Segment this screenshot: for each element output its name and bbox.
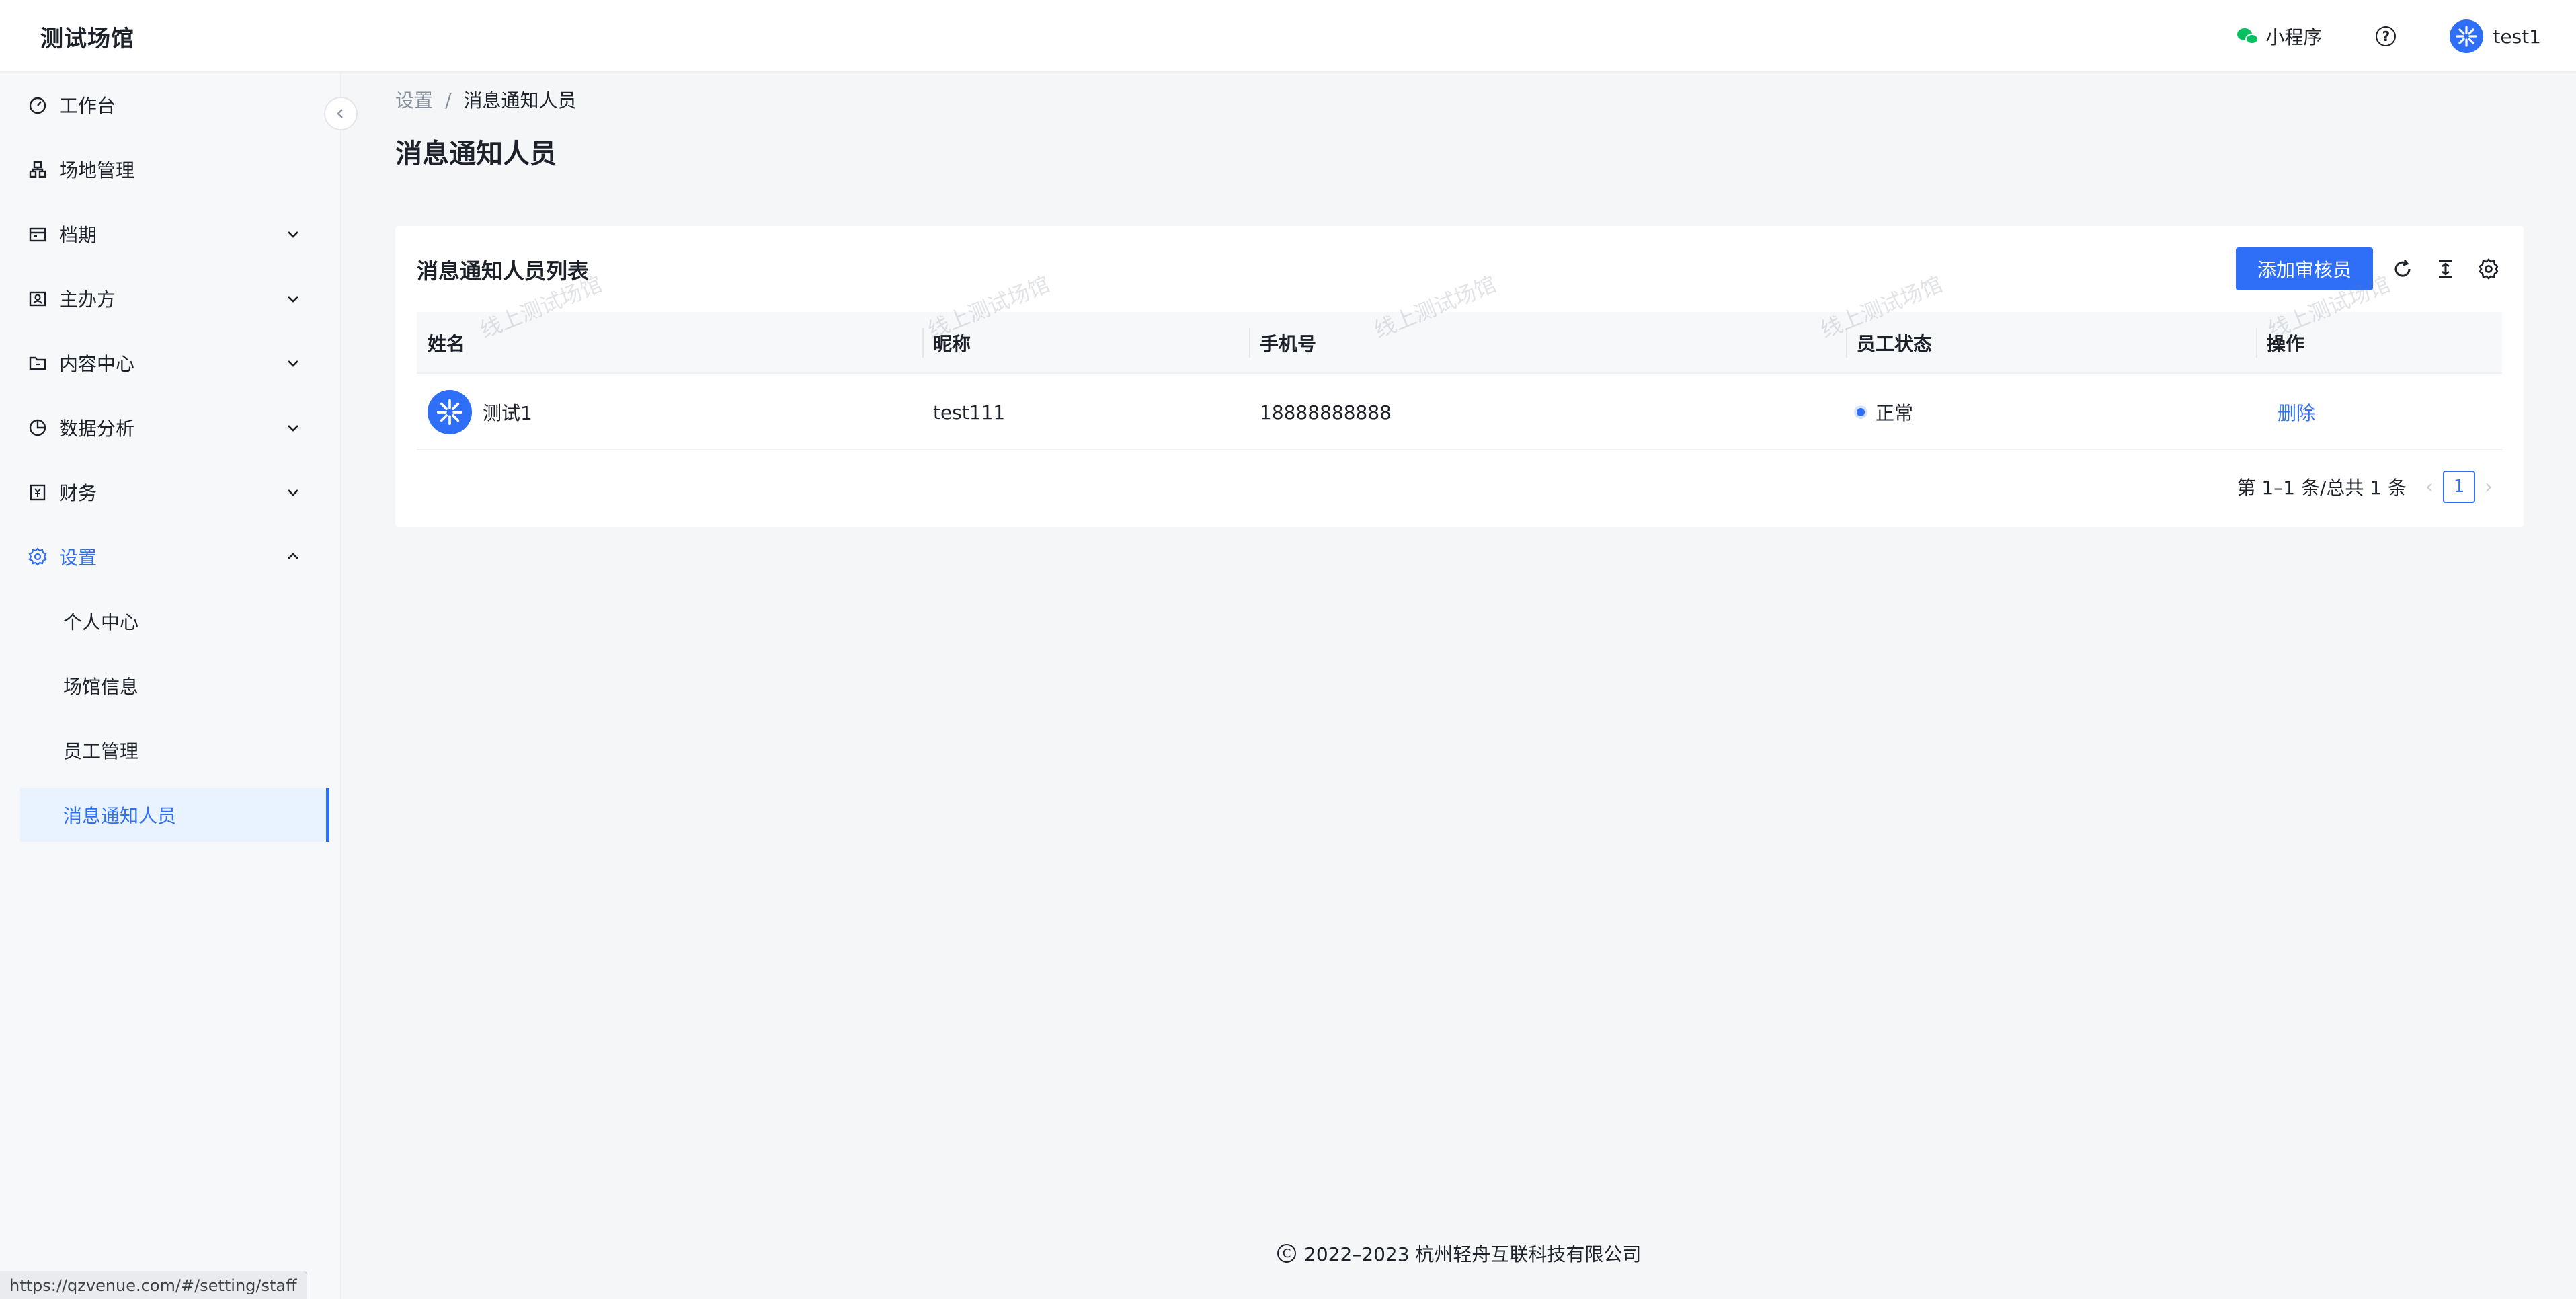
footer-text: 2022–2023 杭州轻舟互联科技有限公司 bbox=[1304, 1243, 1642, 1265]
venue-icon bbox=[28, 160, 47, 179]
sidebar-item-content[interactable]: 内容中心 bbox=[20, 336, 323, 390]
wechat-icon bbox=[2237, 27, 2260, 46]
sidebar: 工作台 场地管理 档期 主办方 内容中心 数据分析 财务 设置 个人中心 场馆信… bbox=[0, 73, 341, 1299]
sidebar-subitem-staff[interactable]: 员工管理 bbox=[20, 723, 329, 777]
add-reviewer-button[interactable]: 添加审核员 bbox=[2236, 247, 2373, 290]
sidebar-item-label: 档期 bbox=[59, 224, 97, 246]
help-icon[interactable]: ? bbox=[2376, 26, 2397, 46]
sidebar-collapse-button[interactable] bbox=[324, 97, 358, 130]
staff-avatar bbox=[428, 390, 472, 434]
organizer-icon bbox=[28, 289, 47, 308]
sidebar-item-schedule[interactable]: 档期 bbox=[20, 207, 323, 261]
gear-icon bbox=[28, 547, 47, 566]
column-divider bbox=[922, 328, 924, 358]
breadcrumb-parent[interactable]: 设置 bbox=[395, 89, 433, 112]
cell-status: 正常 bbox=[1857, 374, 1913, 450]
card-title: 消息通知人员列表 bbox=[417, 258, 590, 284]
chevron-down-icon bbox=[288, 296, 298, 303]
density-icon[interactable] bbox=[2432, 255, 2459, 282]
app-logo[interactable]: 测试场馆 bbox=[40, 20, 134, 53]
column-divider bbox=[1249, 328, 1250, 358]
sidebar-item-label: 内容中心 bbox=[59, 353, 135, 375]
sidebar-subitem-profile[interactable]: 个人中心 bbox=[20, 594, 329, 648]
chevron-left-icon bbox=[337, 109, 343, 118]
page-number-button[interactable]: 1 bbox=[2443, 471, 2475, 503]
sidebar-subitem-notify-staff[interactable]: 消息通知人员 bbox=[20, 788, 329, 842]
chevron-down-icon bbox=[288, 425, 298, 432]
folder-icon bbox=[28, 354, 47, 372]
staff-avatar-icon bbox=[436, 399, 463, 426]
table-header: 姓名 昵称 手机号 员工状态 操作 bbox=[417, 312, 2502, 374]
pie-chart-icon bbox=[28, 418, 47, 437]
column-divider bbox=[2256, 328, 2257, 358]
page-title: 消息通知人员 bbox=[395, 139, 557, 169]
sidebar-subitem-venue-info[interactable]: 场馆信息 bbox=[20, 659, 329, 713]
next-page-icon[interactable]: › bbox=[2485, 475, 2493, 499]
pagination-summary: 第 1–1 条/总共 1 条 bbox=[2237, 477, 2407, 499]
status-badge: 正常 bbox=[1876, 402, 1914, 424]
delete-link[interactable]: 删除 bbox=[2278, 374, 2315, 450]
top-header: 测试场馆 小程序 ? test1 bbox=[0, 0, 2576, 73]
chevron-down-icon bbox=[288, 489, 298, 496]
cell-nickname: test111 bbox=[933, 401, 1006, 424]
column-header-phone: 手机号 bbox=[1260, 333, 1317, 355]
sidebar-item-label: 场地管理 bbox=[59, 159, 135, 182]
browser-status-bar: https://qzvenue.com/#/setting/staff bbox=[0, 1271, 307, 1299]
breadcrumb-separator: / bbox=[445, 89, 452, 112]
breadcrumb-current: 消息通知人员 bbox=[463, 89, 577, 112]
sidebar-item-finance[interactable]: 财务 bbox=[20, 465, 323, 519]
sidebar-item-label: 设置 bbox=[59, 547, 97, 569]
chevron-up-icon bbox=[288, 553, 298, 559]
copyright-icon: C bbox=[1277, 1244, 1296, 1263]
sidebar-item-label: 财务 bbox=[59, 482, 97, 504]
column-divider bbox=[1846, 328, 1847, 358]
column-settings-icon[interactable] bbox=[2475, 255, 2502, 282]
cell-phone: 18888888888 bbox=[1260, 401, 1392, 424]
staff-table: 姓名 昵称 手机号 员工状态 操作 测试1 test111 1888888888… bbox=[417, 312, 2502, 450]
mini-program-button[interactable]: 小程序 bbox=[2237, 23, 2322, 50]
cell-name: 测试1 bbox=[428, 374, 532, 450]
column-header-nickname: 昵称 bbox=[933, 333, 971, 355]
user-avatar-icon bbox=[2456, 26, 2478, 47]
staff-name: 测试1 bbox=[483, 402, 532, 424]
sidebar-item-settings[interactable]: 设置 bbox=[20, 530, 323, 584]
breadcrumb: 设置 / 消息通知人员 bbox=[395, 86, 576, 113]
chevron-down-icon bbox=[288, 360, 298, 367]
staff-list-card: 消息通知人员列表 添加审核员 姓名 昵称 手机号 员工状态 操作 测试1 tes… bbox=[395, 226, 2524, 527]
calendar-icon bbox=[28, 225, 47, 243]
dashboard-icon bbox=[28, 95, 47, 114]
mini-program-label: 小程序 bbox=[2265, 26, 2323, 48]
chevron-down-icon bbox=[288, 231, 298, 238]
sidebar-item-label: 主办方 bbox=[59, 288, 116, 311]
footer: C 2022–2023 杭州轻舟互联科技有限公司 bbox=[1277, 1240, 1641, 1267]
refresh-icon[interactable] bbox=[2389, 255, 2416, 282]
column-header-actions: 操作 bbox=[2267, 333, 2305, 355]
finance-icon bbox=[28, 483, 47, 502]
user-avatar[interactable] bbox=[2450, 19, 2484, 53]
sidebar-item-label: 工作台 bbox=[59, 95, 116, 117]
sidebar-item-analytics[interactable]: 数据分析 bbox=[20, 401, 323, 455]
sidebar-item-label: 数据分析 bbox=[59, 418, 135, 440]
sidebar-item-venue[interactable]: 场地管理 bbox=[20, 143, 323, 196]
column-header-name: 姓名 bbox=[428, 333, 466, 355]
header-actions: 小程序 ? test1 bbox=[2237, 17, 2541, 55]
sidebar-item-workbench[interactable]: 工作台 bbox=[20, 78, 323, 132]
column-header-status: 员工状态 bbox=[1857, 333, 1933, 355]
sidebar-item-organizer[interactable]: 主办方 bbox=[20, 272, 323, 325]
prev-page-icon[interactable]: ‹ bbox=[2425, 475, 2433, 499]
status-dot-icon bbox=[1857, 408, 1865, 416]
user-name[interactable]: test1 bbox=[2493, 26, 2541, 48]
pagination: 第 1–1 条/总共 1 条 ‹ 1 › bbox=[2237, 471, 2502, 503]
table-row: 测试1 test111 18888888888 正常 删除 bbox=[417, 374, 2502, 450]
